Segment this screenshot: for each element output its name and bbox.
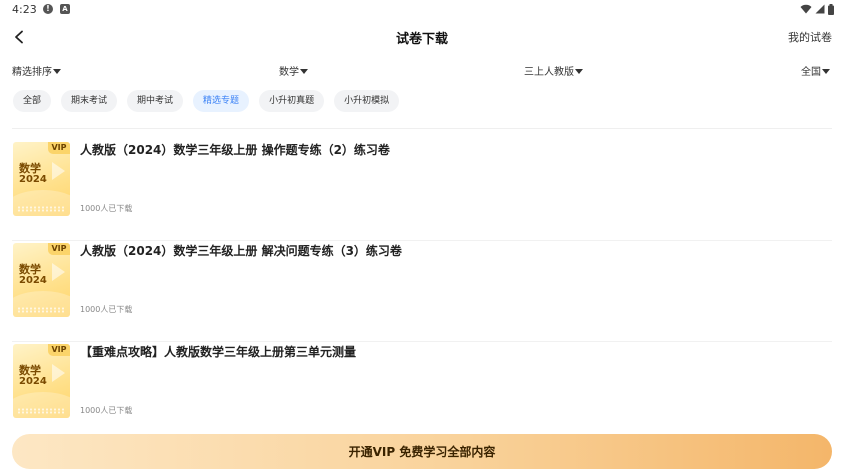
- caret-down-icon: [300, 69, 308, 74]
- filter-row: 精选排序 数学 三上人教版 全国: [0, 60, 844, 80]
- list-item[interactable]: VIP 数学 2024 人教版（2024）数学三年级上册 操作题专练（2）练习卷…: [12, 141, 832, 241]
- paper-title: 人教版（2024）数学三年级上册 解决问题专练（3）练习卷: [80, 244, 402, 258]
- paper-title: 人教版（2024）数学三年级上册 操作题专练（2）练习卷: [80, 143, 390, 157]
- divider: [12, 341, 832, 342]
- play-icon: [52, 162, 65, 180]
- download-count: 1000人已下载: [80, 406, 133, 415]
- nav-bar: 试卷下载 我的试卷: [0, 22, 844, 52]
- category-tags: 全部 期末考试 期中考试 精选专题 小升初真题 小升初模拟: [13, 90, 400, 112]
- dots-decoration: [17, 307, 66, 313]
- thumbnail-decoration: [13, 392, 70, 418]
- dots-decoration: [17, 408, 66, 414]
- signal-icon: [815, 4, 825, 14]
- caret-down-icon: [575, 69, 583, 74]
- subject-dropdown-label: 数学: [279, 67, 299, 78]
- battery-icon: [828, 3, 834, 15]
- tag-final-exam[interactable]: 期末考试: [61, 90, 118, 112]
- status-icons: [800, 3, 834, 15]
- status-time: 4:23: [12, 3, 37, 16]
- thumbnail-decoration: [13, 190, 70, 216]
- tag-midterm-exam[interactable]: 期中考试: [127, 90, 184, 112]
- my-papers-link[interactable]: 我的试卷: [788, 29, 832, 45]
- tag-featured-topics[interactable]: 精选专题: [193, 90, 250, 112]
- thumbnail-year: 2024: [19, 376, 47, 387]
- thumbnail-decoration: [13, 291, 70, 317]
- thumbnail-year: 2024: [19, 275, 47, 286]
- dots-decoration: [17, 206, 66, 212]
- sort-dropdown[interactable]: 精选排序: [12, 63, 61, 78]
- open-vip-label: 开通VIP 免费学习全部内容: [348, 445, 496, 459]
- region-dropdown[interactable]: 全国: [801, 63, 830, 78]
- list-item[interactable]: VIP 数学 2024 人教版（2024）数学三年级上册 解决问题专练（3）练习…: [12, 242, 832, 342]
- paper-thumbnail: VIP 数学 2024: [13, 243, 70, 317]
- play-icon: [52, 263, 65, 281]
- caret-down-icon: [822, 69, 830, 74]
- region-dropdown-label: 全国: [801, 67, 821, 78]
- download-count: 1000人已下载: [80, 204, 133, 213]
- thumbnail-year: 2024: [19, 174, 47, 185]
- play-icon: [52, 364, 65, 382]
- open-vip-button[interactable]: 开通VIP 免费学习全部内容: [12, 434, 832, 469]
- edition-dropdown-label: 三上人教版: [524, 67, 574, 78]
- status-bar: 4:23 ! A: [0, 0, 844, 20]
- vip-badge: VIP: [48, 344, 70, 356]
- download-count: 1000人已下载: [80, 305, 133, 314]
- edition-dropdown[interactable]: 三上人教版: [524, 63, 583, 78]
- subject-dropdown[interactable]: 数学: [279, 63, 308, 78]
- page-title: 试卷下载: [395, 32, 448, 47]
- app-notification-icon: A: [60, 4, 70, 14]
- wifi-icon: [800, 4, 812, 14]
- paper-thumbnail: VIP 数学 2024: [13, 142, 70, 216]
- alert-icon: !: [43, 4, 53, 14]
- tag-all[interactable]: 全部: [13, 90, 52, 112]
- tag-entrance-real[interactable]: 小升初真题: [259, 90, 325, 112]
- tag-entrance-mock[interactable]: 小升初模拟: [334, 90, 400, 112]
- sort-dropdown-label: 精选排序: [12, 67, 52, 78]
- caret-down-icon: [53, 69, 61, 74]
- divider: [12, 128, 832, 129]
- list-item[interactable]: VIP 数学 2024 【重难点攻略】人教版数学三年级上册第三单元测量 1000…: [12, 343, 832, 443]
- paper-thumbnail: VIP 数学 2024: [13, 344, 70, 418]
- vip-badge: VIP: [48, 142, 70, 154]
- divider: [12, 240, 832, 241]
- vip-badge: VIP: [48, 243, 70, 255]
- paper-title: 【重难点攻略】人教版数学三年级上册第三单元测量: [80, 345, 357, 359]
